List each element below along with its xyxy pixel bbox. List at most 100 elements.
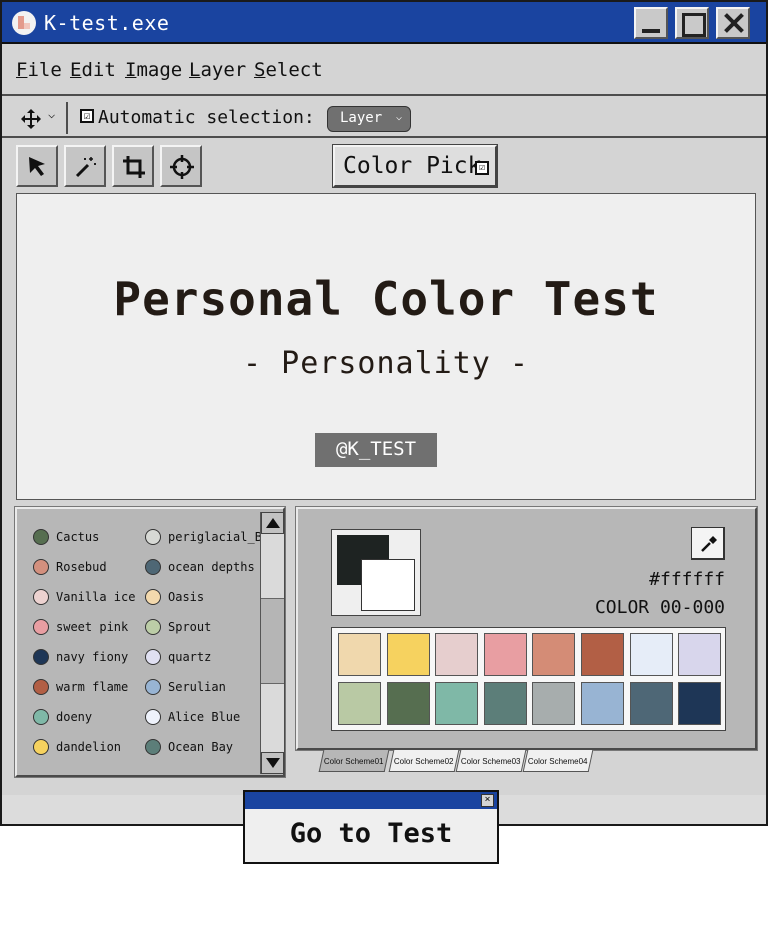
hex-value-label: #ffffff xyxy=(649,569,725,590)
fg-bg-color-selector[interactable] xyxy=(331,529,421,616)
color-dot xyxy=(145,649,161,665)
go-to-test-button[interactable]: Go to Test xyxy=(245,818,497,849)
menu-layer[interactable]: Layer xyxy=(189,59,246,81)
scroll-thumb[interactable] xyxy=(261,598,284,684)
tab-color-scheme-02[interactable]: Color Scheme02 xyxy=(388,750,460,772)
color-pick-checkbox[interactable]: ☑ xyxy=(475,161,489,175)
scroll-down-button[interactable] xyxy=(261,752,284,774)
color-dot xyxy=(145,589,161,605)
background-color-swatch[interactable] xyxy=(361,559,415,611)
color-name: dandelion xyxy=(56,740,122,754)
go-to-test-dialog[interactable]: × Go to Test xyxy=(243,790,499,864)
crop-tool-button[interactable] xyxy=(112,145,154,187)
palette-swatch[interactable] xyxy=(532,682,576,725)
palette-swatch[interactable] xyxy=(338,682,381,725)
auto-select-checkbox[interactable]: ☑ xyxy=(80,109,94,123)
tab-color-scheme-03[interactable]: Color Scheme03 xyxy=(455,750,527,772)
palette-swatch[interactable] xyxy=(581,682,624,725)
minimize-button[interactable] xyxy=(634,7,668,39)
color-dot xyxy=(145,679,161,695)
list-scrollbar[interactable] xyxy=(260,512,284,774)
menu-image[interactable]: Image xyxy=(125,59,182,81)
close-icon[interactable]: × xyxy=(481,794,494,807)
palette-swatch[interactable] xyxy=(678,633,722,676)
color-name: doeny xyxy=(56,710,93,724)
color-dot xyxy=(145,529,161,545)
color-dot xyxy=(33,649,49,665)
palette-swatch[interactable] xyxy=(386,633,430,676)
palette-swatch[interactable] xyxy=(483,633,527,676)
color-dot xyxy=(33,619,49,635)
color-name: Rosebud xyxy=(56,560,107,574)
color-name: quartz xyxy=(168,650,212,664)
color-name: Vanilla ice xyxy=(56,590,136,604)
target-tool-button[interactable] xyxy=(160,145,202,187)
dialog-title-bar: × xyxy=(245,792,497,809)
canvas-area: Personal Color Test - Personality - @K_T… xyxy=(16,193,756,500)
color-dot xyxy=(145,709,161,725)
palette-swatch[interactable] xyxy=(435,633,479,676)
menu-file[interactable]: File xyxy=(16,59,62,81)
menu-bar: File Edit Image Layer Select xyxy=(2,46,766,96)
options-toolbar: ⌵ ☑ Automatic selection: Layer ⌵ xyxy=(2,98,766,138)
close-button[interactable] xyxy=(716,7,750,39)
color-dot xyxy=(145,739,161,755)
color-code-label: COLOR 00-000 xyxy=(594,597,725,618)
page-subtitle: - Personality - xyxy=(243,346,529,381)
menu-select[interactable]: Select xyxy=(254,59,323,81)
color-dot xyxy=(33,739,49,755)
palette-swatch[interactable] xyxy=(386,682,430,725)
color-pick-button[interactable]: Color Pick ☑ xyxy=(332,144,498,188)
color-dot xyxy=(145,619,161,635)
color-dot xyxy=(33,559,49,575)
color-name: warm flame xyxy=(56,680,129,694)
move-tool-dropdown[interactable]: ⌵ xyxy=(16,104,64,132)
layer-dropdown[interactable]: Layer ⌵ xyxy=(327,106,411,132)
magic-wand-button[interactable] xyxy=(64,145,106,187)
auto-select-label: Automatic selection: xyxy=(98,107,315,128)
app-window: K-test.exe File Edit Image Layer Select … xyxy=(0,0,768,826)
color-name: Cactus xyxy=(56,530,100,544)
palette-swatch[interactable] xyxy=(629,682,673,725)
color-name: Sprout xyxy=(168,620,212,634)
palette-panel: #ffffff COLOR 00-000 xyxy=(295,506,758,751)
scroll-up-button[interactable] xyxy=(261,512,284,534)
select-tool-button[interactable] xyxy=(16,145,58,187)
palette-swatch[interactable] xyxy=(629,633,673,676)
chevron-down-icon: ⌵ xyxy=(48,107,56,121)
color-name: Serulian xyxy=(168,680,226,694)
eyedropper-icon xyxy=(701,536,717,552)
color-dot xyxy=(33,679,49,695)
palette-swatch[interactable] xyxy=(338,633,381,676)
chevron-down-icon: ⌵ xyxy=(395,112,402,123)
palette-swatch[interactable] xyxy=(532,633,576,676)
magic-wand-icon xyxy=(75,157,96,178)
menu-edit[interactable]: Edit xyxy=(70,59,116,81)
palette-swatch[interactable] xyxy=(435,682,479,725)
color-pick-label: Color Pick xyxy=(343,153,482,179)
page-title: Personal Color Test xyxy=(113,272,659,326)
color-dot xyxy=(33,709,49,725)
palette-swatch[interactable] xyxy=(678,682,722,725)
color-name: Alice Blue xyxy=(168,710,241,724)
color-name: Oasis xyxy=(168,590,205,604)
color-name: Ocean Bay xyxy=(168,740,234,754)
toolbar-divider xyxy=(66,102,68,134)
color-name: navy fiony xyxy=(56,650,129,664)
palette-swatch[interactable] xyxy=(483,682,527,725)
window-title: K-test.exe xyxy=(44,11,170,35)
cursor-arrow-icon xyxy=(29,157,45,176)
title-bar[interactable]: K-test.exe xyxy=(2,2,766,44)
color-dot xyxy=(33,589,49,605)
eyedropper-button[interactable] xyxy=(691,527,725,560)
tab-color-scheme-04[interactable]: Color Scheme04 xyxy=(522,750,594,772)
swatch-grid xyxy=(331,627,726,731)
color-list-panel: Cactus periglacial_B Rosebud ocean depths Va… xyxy=(14,506,286,778)
crosshair-icon xyxy=(170,155,194,179)
palette-swatch[interactable] xyxy=(581,633,624,676)
layer-dropdown-value: Layer xyxy=(340,110,383,126)
color-name: sweet pink xyxy=(56,620,129,634)
color-dot xyxy=(145,559,161,575)
tab-color-scheme-01[interactable]: Color Scheme01 xyxy=(318,750,390,772)
maximize-button[interactable] xyxy=(675,7,709,39)
